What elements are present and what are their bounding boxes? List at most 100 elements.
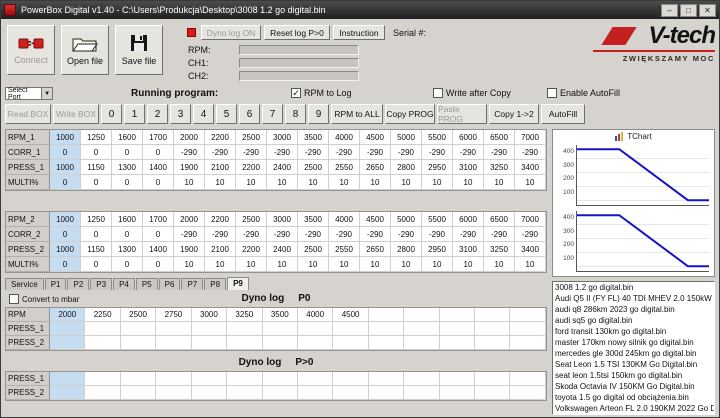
grid-cell[interactable] — [368, 372, 405, 386]
grid-cell[interactable] — [156, 322, 192, 336]
digit-button-6[interactable]: 6 — [239, 104, 260, 124]
grid-cell[interactable]: 3400 — [515, 242, 546, 257]
grid-cell[interactable]: 10 — [329, 175, 360, 190]
grid-cell[interactable]: 1000 — [50, 160, 81, 175]
grid-cell[interactable]: 10 — [298, 175, 329, 190]
grid-cell[interactable]: -290 — [484, 145, 515, 160]
grid-cell[interactable] — [50, 386, 86, 400]
tab-p1[interactable]: P1 — [44, 278, 67, 290]
grid-cell[interactable] — [404, 322, 440, 336]
checkbox-box[interactable] — [547, 88, 557, 98]
grid-cell[interactable]: -290 — [422, 145, 453, 160]
grid-cell[interactable]: -290 — [267, 145, 298, 160]
grid-cell[interactable]: 10 — [205, 175, 236, 190]
file-list-item[interactable]: Volkswagen Arteon FL 2.0 190KM 2022 Go D… — [553, 403, 714, 414]
grid-cell[interactable] — [297, 386, 334, 400]
grid-cell[interactable]: 3400 — [515, 160, 546, 175]
grid-cell[interactable]: -290 — [298, 145, 329, 160]
grid-cell[interactable] — [404, 308, 440, 322]
digit-button-2[interactable]: 2 — [147, 104, 168, 124]
grid-cell[interactable]: 10 — [391, 257, 422, 272]
grid-cell[interactable]: 10 — [453, 175, 484, 190]
maximize-button[interactable]: □ — [680, 3, 697, 17]
grid-cell[interactable] — [85, 322, 121, 336]
grid-cell[interactable]: 2550 — [329, 160, 360, 175]
grid-cell[interactable]: -290 — [236, 227, 267, 242]
grid-cell[interactable] — [120, 322, 157, 336]
grid-cell[interactable]: 3500 — [298, 212, 329, 227]
grid-cell[interactable]: -290 — [515, 145, 546, 160]
grid-cell[interactable]: 0 — [81, 145, 112, 160]
grid-cell[interactable]: -290 — [329, 227, 360, 242]
grid-cell[interactable] — [368, 386, 405, 400]
grid-cell[interactable] — [475, 336, 511, 350]
grid-cell[interactable]: 10 — [298, 257, 329, 272]
grid-cell[interactable] — [120, 336, 157, 350]
grid-cell[interactable]: 6500 — [484, 130, 515, 145]
grid-cell[interactable] — [191, 336, 228, 350]
tab-p9[interactable]: P9 — [227, 277, 249, 290]
grid-cell[interactable] — [191, 322, 228, 336]
grid-cell[interactable]: 5000 — [391, 130, 422, 145]
grid-cell[interactable]: 1000 — [50, 212, 81, 227]
tab-p6[interactable]: P6 — [158, 278, 181, 290]
instruction-button[interactable]: Instruction — [333, 25, 385, 40]
file-list-item[interactable]: audi sq5 go digital.bin — [553, 315, 714, 326]
digit-button-9[interactable]: 9 — [308, 104, 329, 124]
copy-prog-button[interactable]: Copy PROG — [385, 104, 435, 124]
grid-cell[interactable] — [404, 386, 440, 400]
grid-cell[interactable]: 3000 — [267, 130, 298, 145]
grid-cell[interactable]: 6000 — [453, 130, 484, 145]
grid-cell[interactable] — [368, 336, 405, 350]
grid-cell[interactable]: 6500 — [484, 212, 515, 227]
grid-cell[interactable]: 0 — [112, 145, 143, 160]
grid-cell[interactable] — [368, 322, 405, 336]
file-list-item[interactable]: audi q8 286km 2023 go digital.bin — [553, 304, 714, 315]
grid-cell[interactable] — [85, 386, 121, 400]
grid-cell[interactable]: 5500 — [422, 212, 453, 227]
grid-cell[interactable]: 1900 — [174, 160, 205, 175]
grid-cell[interactable] — [156, 386, 192, 400]
enable-autofill-checkbox[interactable]: Enable AutoFill — [547, 88, 620, 98]
grid-cell[interactable]: 1000 — [50, 130, 81, 145]
grid-cell[interactable]: 3000 — [191, 308, 228, 322]
grid-cell[interactable]: -290 — [453, 227, 484, 242]
grid-cell[interactable]: 2500 — [236, 212, 267, 227]
grid-cell[interactable]: 3250 — [484, 242, 515, 257]
grid-cell[interactable]: -290 — [453, 145, 484, 160]
grid-cell[interactable]: 7000 — [515, 212, 546, 227]
grid-cell[interactable]: 0 — [50, 145, 81, 160]
grid-cell[interactable]: 4000 — [297, 308, 334, 322]
tab-p8[interactable]: P8 — [204, 278, 227, 290]
grid-cell[interactable]: 1600 — [112, 212, 143, 227]
grid-cell[interactable]: 0 — [112, 175, 143, 190]
file-list-item[interactable]: Seat Leon 1.5 TSI 130KM Go Digital.bin — [553, 359, 714, 370]
grid-cell[interactable]: 0 — [81, 175, 112, 190]
grid-cell[interactable]: 10 — [267, 257, 298, 272]
tab-service[interactable]: Service — [5, 278, 44, 290]
grid-cell[interactable]: 2500 — [298, 160, 329, 175]
grid-cell[interactable]: 1400 — [143, 242, 174, 257]
grid-cell[interactable]: 10 — [422, 175, 453, 190]
grid-cell[interactable]: 2400 — [267, 160, 298, 175]
grid-cell[interactable]: 1900 — [174, 242, 205, 257]
grid-cell[interactable]: 1700 — [143, 130, 174, 145]
grid-cell[interactable]: -290 — [205, 227, 236, 242]
grid-cell[interactable] — [227, 386, 263, 400]
grid-cell[interactable]: 2500 — [120, 308, 157, 322]
paste-prog-button[interactable]: Paste PROG — [437, 104, 487, 124]
write-after-copy-checkbox[interactable]: Write after Copy — [433, 88, 511, 98]
grid-cell[interactable]: 1600 — [112, 130, 143, 145]
grid-cell[interactable]: -290 — [360, 145, 391, 160]
rpm-to-all-button[interactable]: RPM to ALL — [331, 104, 383, 124]
read-box-button[interactable]: Read BOX — [5, 104, 51, 124]
grid-cell[interactable]: 0 — [143, 257, 174, 272]
close-button[interactable]: ✕ — [699, 3, 716, 17]
grid-cell[interactable]: -290 — [236, 145, 267, 160]
grid-cell[interactable] — [297, 372, 334, 386]
grid-cell[interactable]: -290 — [174, 227, 205, 242]
tab-p2[interactable]: P2 — [67, 278, 90, 290]
grid-cell[interactable]: -290 — [484, 227, 515, 242]
copy-1-to-2-button[interactable]: Copy 1->2 — [489, 104, 539, 124]
grid-cell[interactable] — [227, 372, 263, 386]
